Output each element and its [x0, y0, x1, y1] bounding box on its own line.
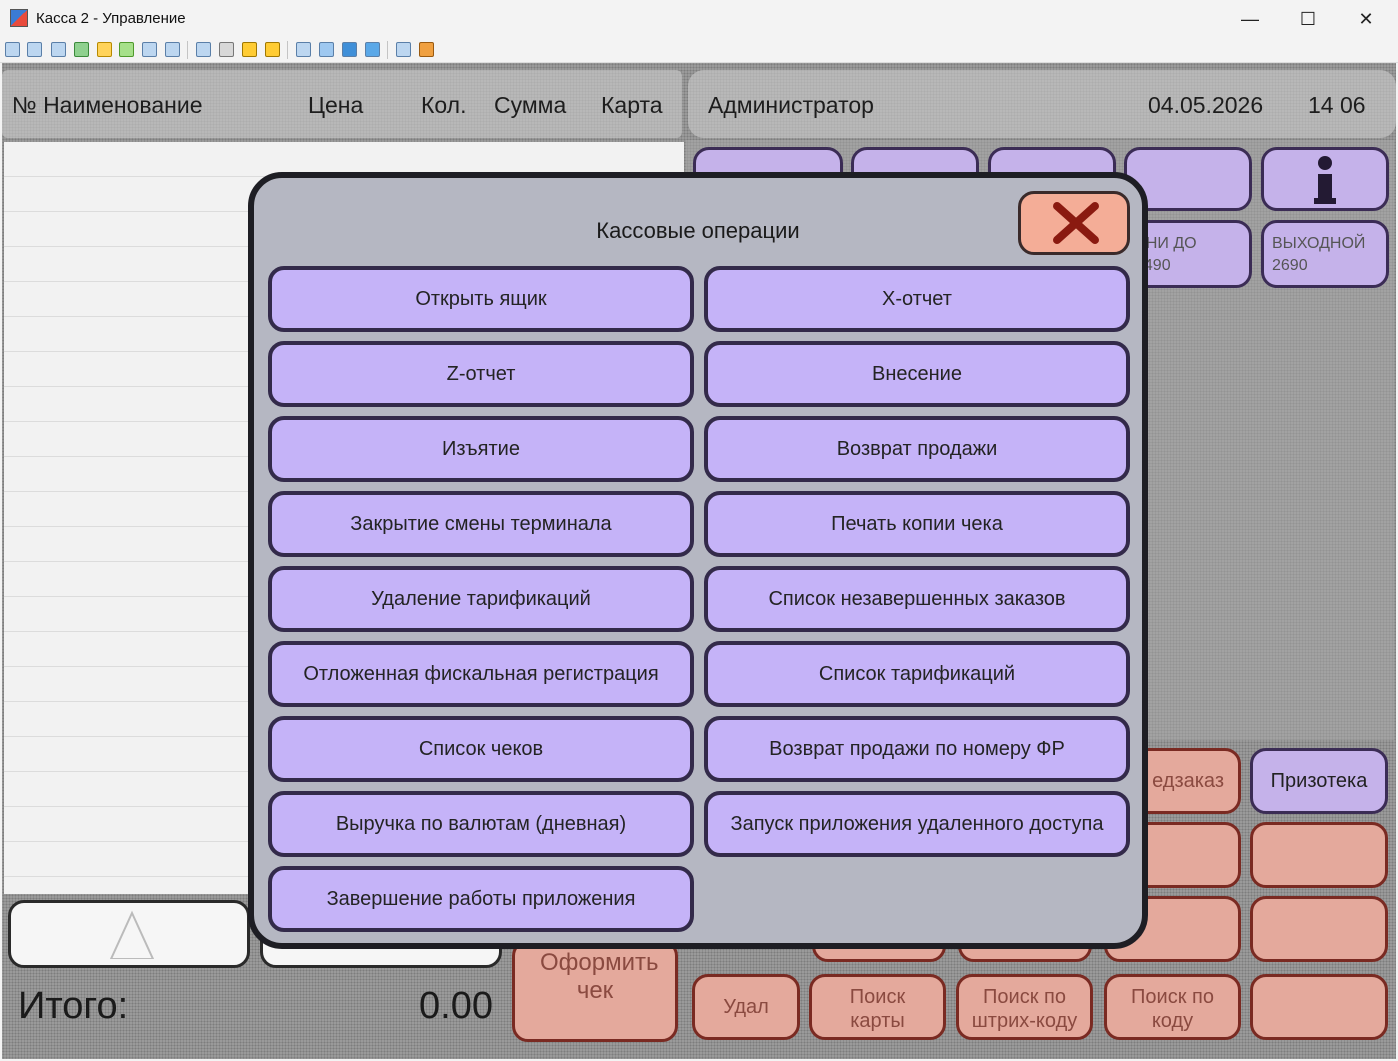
- unfinished-orders-button[interactable]: Список незавершенных заказов: [704, 566, 1130, 632]
- phone-icon[interactable]: [142, 42, 157, 57]
- chat-icon[interactable]: [119, 42, 134, 57]
- app-icon: [10, 9, 28, 27]
- current-date: 04.05.2026: [1148, 92, 1264, 118]
- current-user: Администратор: [708, 92, 874, 118]
- copy-icon[interactable]: [396, 42, 411, 57]
- column-card-header: Карта: [601, 92, 663, 118]
- receipts-list-button[interactable]: Список чеков: [268, 716, 694, 782]
- x-report-button[interactable]: X-отчет: [704, 266, 1130, 332]
- unlock-icon[interactable]: [265, 42, 280, 57]
- window-title: Касса 2 - Управление: [36, 10, 186, 27]
- return-by-fr-number-button[interactable]: Возврат продажи по номеру ФР: [704, 716, 1130, 782]
- close-terminal-shift-button[interactable]: Закрытие смены терминала: [268, 491, 694, 557]
- power-icon[interactable]: [97, 42, 112, 57]
- lock-icon[interactable]: [242, 42, 257, 57]
- revenue-by-currency-button[interactable]: Выручка по валютам (дневная): [268, 791, 694, 857]
- info-icon: [1314, 156, 1336, 204]
- toolbar-separator: [387, 41, 388, 59]
- monitor-icon[interactable]: [27, 42, 42, 57]
- total-value: 0.00: [419, 985, 493, 1027]
- tariffs-list-button[interactable]: Список тарификаций: [704, 641, 1130, 707]
- cash-withdrawal-button[interactable]: Изъятие: [268, 416, 694, 482]
- tariff-weekend-button[interactable]: ВЫХОДНОЙ 2690: [1261, 220, 1389, 288]
- search-card-button[interactable]: Поиск карты: [809, 974, 946, 1040]
- z-report-button[interactable]: Z-отчет: [268, 341, 694, 407]
- search-barcode-label: Поиск по штрих-коду: [971, 986, 1078, 1032]
- function-button[interactable]: [1250, 822, 1388, 888]
- console-icon[interactable]: [5, 42, 20, 57]
- column-price-header: Цена: [308, 92, 364, 118]
- delete-button[interactable]: Удал: [692, 974, 800, 1040]
- fullscreen-icon[interactable]: [342, 42, 357, 57]
- cash-operations-dialog: Кассовые операции Открыть ящик Z-отчет И…: [248, 172, 1148, 949]
- column-qty-header: Кол.: [421, 92, 467, 118]
- terminal-icon[interactable]: [51, 42, 66, 57]
- toolbar-separator: [187, 41, 188, 59]
- triangle-up-icon: [109, 910, 155, 959]
- list-scroll-up-button[interactable]: [8, 900, 250, 968]
- remote-toolbar: [0, 38, 1398, 63]
- prize-store-button[interactable]: Призотека: [1250, 748, 1388, 814]
- checkout-label: Оформить чек: [540, 949, 659, 1004]
- close-icon: [1053, 202, 1099, 244]
- search-barcode-button[interactable]: Поиск по штрих-коду: [956, 974, 1093, 1040]
- current-time: 14 06: [1308, 92, 1366, 118]
- fit-icon[interactable]: [319, 42, 334, 57]
- function-button[interactable]: [1250, 974, 1388, 1040]
- function-button[interactable]: [1250, 896, 1388, 962]
- search-code-label: Поиск по коду: [1131, 986, 1214, 1032]
- toolbar-separator: [287, 41, 288, 59]
- info-button[interactable]: [1261, 147, 1389, 211]
- network-icon[interactable]: [219, 42, 234, 57]
- search-card-label: Поиск карты: [849, 986, 906, 1032]
- close-window-button[interactable]: ✕: [1338, 4, 1394, 34]
- open-drawer-button[interactable]: Открыть ящик: [268, 266, 694, 332]
- window-titlebar: Касса 2 - Управление — ☐ ✕: [0, 0, 1398, 38]
- dialog-title: Кассовые операции: [596, 218, 800, 243]
- transfer-icon[interactable]: [74, 42, 89, 57]
- total-label: Итого:: [18, 985, 129, 1027]
- message-icon[interactable]: [165, 42, 180, 57]
- column-sum-header: Сумма: [494, 92, 567, 118]
- cash-deposit-button[interactable]: Внесение: [704, 341, 1130, 407]
- sale-return-button[interactable]: Возврат продажи: [704, 416, 1130, 482]
- search-code-button[interactable]: Поиск по коду: [1104, 974, 1241, 1040]
- checkout-button[interactable]: Оформить чек: [512, 940, 678, 1042]
- column-name-header: № Наименование: [12, 92, 203, 118]
- deferred-fiscal-registration-button[interactable]: Отложенная фискальная регистрация: [268, 641, 694, 707]
- refresh-icon[interactable]: [365, 42, 380, 57]
- maximize-button[interactable]: ☐: [1280, 4, 1336, 34]
- tools-icon[interactable]: [419, 42, 434, 57]
- upload-icon[interactable]: [196, 42, 211, 57]
- delete-tariffs-button[interactable]: Удаление тарификаций: [268, 566, 694, 632]
- tariff-weekend-price: 2690: [1272, 257, 1308, 274]
- minimize-button[interactable]: —: [1222, 4, 1278, 34]
- dialog-close-button[interactable]: [1018, 191, 1130, 255]
- tariff-weekend-label: ВЫХОДНОЙ: [1272, 235, 1366, 252]
- screen-icon[interactable]: [296, 42, 311, 57]
- remote-access-app-button[interactable]: Запуск приложения удаленного доступа: [704, 791, 1130, 857]
- exit-application-button[interactable]: Завершение работы приложения: [268, 866, 694, 932]
- print-receipt-copy-button[interactable]: Печать копии чека: [704, 491, 1130, 557]
